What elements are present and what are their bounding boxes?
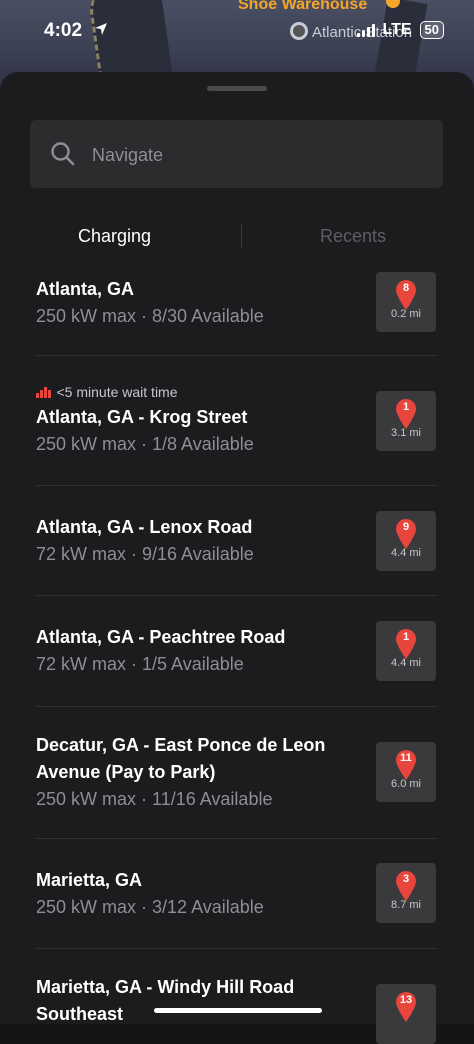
stall-count: 8 bbox=[402, 282, 410, 294]
wait-bars-icon bbox=[36, 386, 51, 398]
station-name: Marietta, GA bbox=[36, 870, 143, 890]
sheet-grabber[interactable] bbox=[207, 86, 267, 91]
station-distance-badge[interactable]: 1 4.4 mi bbox=[376, 621, 436, 681]
map-station-icon bbox=[290, 22, 308, 40]
row-divider bbox=[36, 595, 438, 596]
station-distance-badge[interactable]: 9 4.4 mi bbox=[376, 511, 436, 571]
station-distance-badge[interactable]: 1 3.1 mi bbox=[376, 391, 436, 451]
station-name: Atlanta, GA - Peachtree Road bbox=[36, 627, 286, 647]
station-name: Atlanta, GA - Krog Street bbox=[36, 407, 248, 427]
row-divider bbox=[36, 355, 438, 356]
station-distance-badge[interactable]: 11 6.0 mi bbox=[376, 742, 436, 802]
station-name: Decatur, GA - East Ponce de Leon Avenue … bbox=[36, 735, 326, 782]
wait-time-label: <5 minute wait time bbox=[56, 384, 178, 400]
stall-count: 13 bbox=[399, 994, 413, 1006]
tab-divider bbox=[241, 224, 242, 248]
row-divider bbox=[36, 838, 438, 839]
map-poi-label: Shoe Warehouse bbox=[238, 0, 368, 13]
search-icon bbox=[51, 142, 75, 166]
station-distance-badge[interactable]: 8 0.2 mi bbox=[376, 272, 436, 332]
tab-recents[interactable]: Recents bbox=[320, 226, 386, 247]
row-divider bbox=[36, 706, 438, 707]
search-input[interactable] bbox=[90, 140, 414, 170]
row-divider bbox=[36, 485, 438, 486]
station-name: Atlanta, GA bbox=[36, 279, 135, 299]
station-name: Atlanta, GA - Lenox Road bbox=[36, 517, 253, 537]
home-indicator[interactable] bbox=[154, 1008, 322, 1013]
stall-count: 11 bbox=[400, 752, 412, 764]
battery-indicator: 50 bbox=[419, 21, 444, 39]
stall-count: 1 bbox=[402, 401, 410, 413]
signal-icon bbox=[356, 23, 375, 37]
location-arrow-icon bbox=[95, 23, 107, 35]
tab-charging[interactable]: Charging bbox=[78, 226, 151, 247]
status-time: 4:02 bbox=[44, 20, 83, 41]
row-divider bbox=[36, 948, 438, 949]
stall-count: 9 bbox=[402, 521, 410, 533]
stall-count: 3 bbox=[402, 873, 410, 885]
station-distance-badge[interactable]: 3 8.7 mi bbox=[376, 863, 436, 923]
station-name: Marietta, GA - Windy Hill Road Southeast bbox=[36, 977, 295, 1024]
station-distance-badge[interactable]: 13 bbox=[376, 984, 436, 1044]
search-bar[interactable] bbox=[30, 120, 443, 188]
status-indicators: LTE 50 bbox=[356, 21, 444, 39]
tab-bar: Charging Recents bbox=[0, 220, 474, 256]
stall-count: 1 bbox=[402, 631, 410, 643]
network-label: LTE bbox=[382, 21, 412, 38]
